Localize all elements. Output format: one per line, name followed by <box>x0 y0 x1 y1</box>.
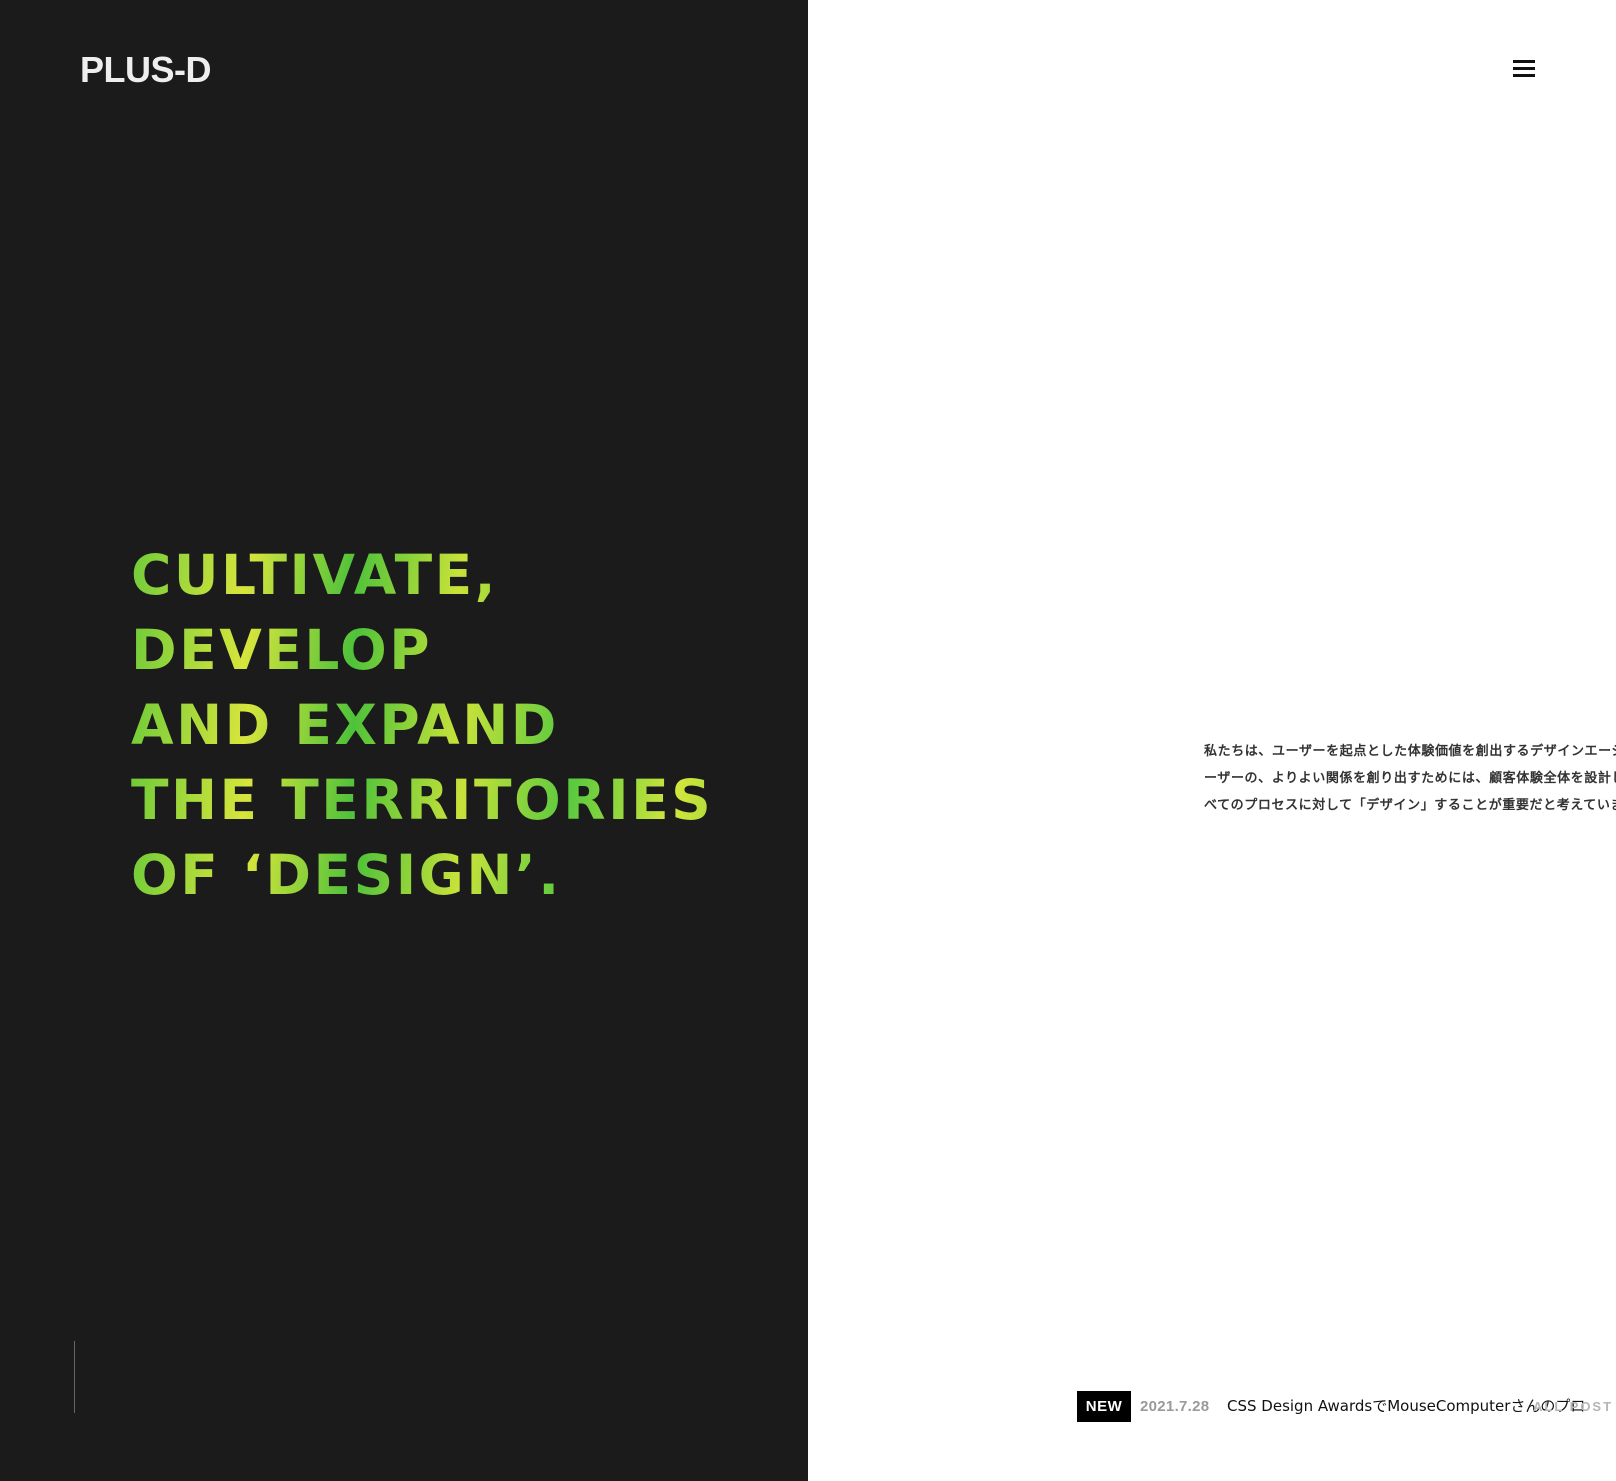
intro-text: 私たちは、ユーザーを起点とした体験価値を創出するデザインエージ ーザーの、よりよ… <box>1204 738 1616 819</box>
intro-line-2: ーザーの、よりよい関係を創り出すためには、顧客体験全体を設計し <box>1204 771 1616 786</box>
hero-panel: PLUS-D CULTIVATE, DEVELOP AND EXPAND THE… <box>0 0 808 1481</box>
menu-bar-bottom <box>1513 74 1535 77</box>
scroll-indicator-line <box>74 1341 75 1413</box>
intro-line-1: 私たちは、ユーザーを起点とした体験価値を創出するデザインエージ <box>1204 744 1616 759</box>
news-ticker: NEW 2021.7.28 CSS Design AwardsでMouseCom… <box>1077 1391 1616 1422</box>
site-logo[interactable]: PLUS-D <box>80 52 212 88</box>
hero-headline: CULTIVATE, DEVELOP AND EXPAND THE TERRIT… <box>131 538 791 913</box>
headline-line-3: AND EXPAND <box>131 688 791 763</box>
headline-line-4: THE TERRITORIES <box>131 763 791 838</box>
all-post-link[interactable]: ALL POST <box>1533 1391 1613 1422</box>
headline-line-5: OF ‘DESIGN’. <box>131 838 791 913</box>
new-badge: NEW <box>1077 1391 1131 1422</box>
hamburger-menu-icon[interactable] <box>1511 57 1537 81</box>
headline-line-2: DEVELOP <box>131 613 791 688</box>
intro-line-3: べてのプロセスに対して「デザイン」することが重要だと考えていま <box>1204 798 1616 813</box>
menu-bar-middle <box>1513 67 1535 70</box>
headline-line-1: CULTIVATE, <box>131 538 791 613</box>
page: PLUS-D CULTIVATE, DEVELOP AND EXPAND THE… <box>0 0 1616 1481</box>
menu-bar-top <box>1513 60 1535 63</box>
news-date: 2021.7.28 <box>1140 1398 1210 1415</box>
